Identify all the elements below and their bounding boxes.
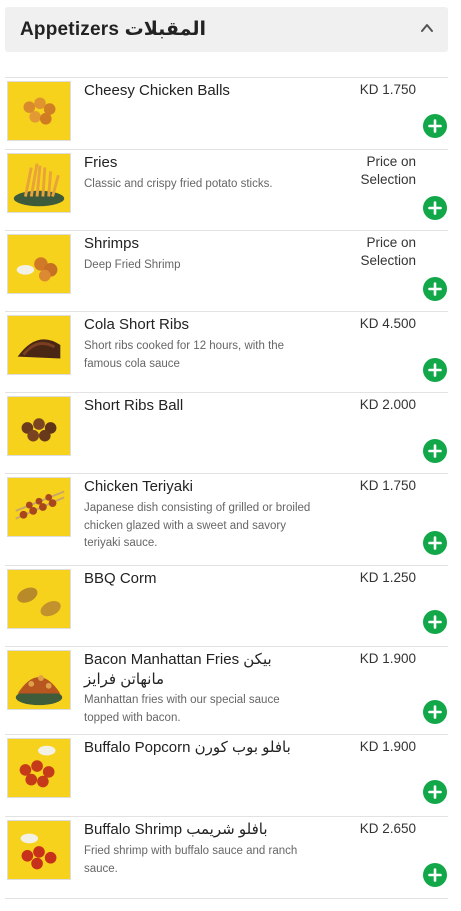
item-name: Buffalo Popcorn بافلو بوب كورن xyxy=(84,739,291,756)
plus-icon xyxy=(428,615,442,629)
menu-item[interactable]: Buffalo Popcorn بافلو بوب كورن KD 1.900 xyxy=(5,734,448,816)
item-price: KD 1.900 xyxy=(359,739,416,754)
item-name: Cola Short Ribs xyxy=(84,316,190,333)
buffalo-shrimp-photo[interactable] xyxy=(7,820,71,880)
bacon-manhattan-fries-photo[interactable] xyxy=(7,650,71,710)
menu-item[interactable]: Short Ribs Ball KD 2.000 xyxy=(5,392,448,473)
plus-icon xyxy=(428,444,442,458)
add-to-cart-button[interactable] xyxy=(423,700,447,724)
chicken-teriyaki-photo[interactable] xyxy=(7,477,71,537)
fries-photo[interactable] xyxy=(7,153,71,213)
buffalo-popcorn-photo[interactable] xyxy=(7,738,71,798)
item-price: KD 1.750 xyxy=(359,82,416,97)
item-description: Fried shrimp with buffalo sauce and ranc… xyxy=(84,845,298,875)
item-description: Japanese dish consisting of grilled or b… xyxy=(84,502,311,549)
shrimps-photo[interactable] xyxy=(7,234,71,294)
item-price: KD 2.000 xyxy=(359,397,416,412)
item-name: Cheesy Chicken Balls xyxy=(84,82,230,99)
add-to-cart-button[interactable] xyxy=(423,780,447,804)
plus-icon xyxy=(428,705,442,719)
section-title: Appetizers المقبلات xyxy=(20,19,206,40)
item-price: KD 1.250 xyxy=(359,570,416,585)
add-to-cart-button[interactable] xyxy=(423,610,447,634)
cheesy-chicken-balls-photo[interactable] xyxy=(7,81,71,141)
menu-item[interactable]: BBQ Corm KD 1.250 xyxy=(5,565,448,646)
plus-icon xyxy=(428,119,442,133)
plus-icon xyxy=(428,868,442,882)
add-to-cart-button[interactable] xyxy=(423,439,447,463)
add-to-cart-button[interactable] xyxy=(423,531,447,555)
plus-icon xyxy=(428,363,442,377)
item-price: Price on Selection xyxy=(360,235,416,268)
item-price: KD 1.750 xyxy=(359,478,416,493)
plus-icon xyxy=(428,785,442,799)
item-description: Short ribs cooked for 12 hours, with the… xyxy=(84,340,285,370)
item-name: Bacon Manhattan Fries بيكن مانهاتن فرايز xyxy=(84,651,272,688)
item-price: Price on Selection xyxy=(360,154,416,187)
add-to-cart-button[interactable] xyxy=(423,277,447,301)
item-name: BBQ Corm xyxy=(84,570,157,587)
item-description: Deep Fried Shrimp xyxy=(84,259,181,271)
item-price: KD 1.900 xyxy=(359,651,416,666)
item-description: Manhattan fries with our special sauce t… xyxy=(84,694,280,724)
item-name: Short Ribs Ball xyxy=(84,397,184,414)
add-to-cart-button[interactable] xyxy=(423,196,447,220)
plus-icon xyxy=(428,201,442,215)
menu-item[interactable]: Cola Short Ribs Short ribs cooked for 12 … xyxy=(5,311,448,392)
add-to-cart-button[interactable] xyxy=(423,114,447,138)
item-description: Classic and crispy fried potato sticks. xyxy=(84,178,273,190)
plus-icon xyxy=(428,282,442,296)
item-price: KD 2.650 xyxy=(359,821,416,836)
menu-item[interactable]: Fries Classic and crispy fried potato sti… xyxy=(5,149,448,230)
menu-item[interactable]: Cheesy Chicken Balls KD 1.750 xyxy=(5,77,448,149)
item-name: Buffalo Shrimp بافلو شريمب xyxy=(84,821,268,838)
menu-item[interactable]: Shrimps Deep Fried Shrimp Price on Selecti… xyxy=(5,230,448,311)
cola-short-ribs-photo[interactable] xyxy=(7,315,71,375)
plus-icon xyxy=(428,536,442,550)
bbq-corn-photo[interactable] xyxy=(7,569,71,629)
menu-item-list: Cheesy Chicken Balls KD 1.750 Fries Classic… xyxy=(5,77,448,899)
item-price: KD 4.500 xyxy=(359,316,416,331)
chevron-up-icon[interactable] xyxy=(420,21,434,35)
item-name: Fries xyxy=(84,154,118,171)
item-name: Shrimps xyxy=(84,235,140,252)
add-to-cart-button[interactable] xyxy=(423,863,447,887)
menu-item[interactable]: Bacon Manhattan Fries بيكن مانهاتن فرايز… xyxy=(5,646,448,734)
add-to-cart-button[interactable] xyxy=(423,358,447,382)
item-name: Chicken Teriyaki xyxy=(84,478,193,495)
menu-item[interactable]: Chicken Teriyaki Japanese dish consisting… xyxy=(5,473,448,565)
section-header-appetizers[interactable]: Appetizers المقبلات xyxy=(5,7,448,52)
short-ribs-ball-photo[interactable] xyxy=(7,396,71,456)
menu-item[interactable]: Buffalo Shrimp بافلو شريمب Fried shrimp w… xyxy=(5,816,448,899)
